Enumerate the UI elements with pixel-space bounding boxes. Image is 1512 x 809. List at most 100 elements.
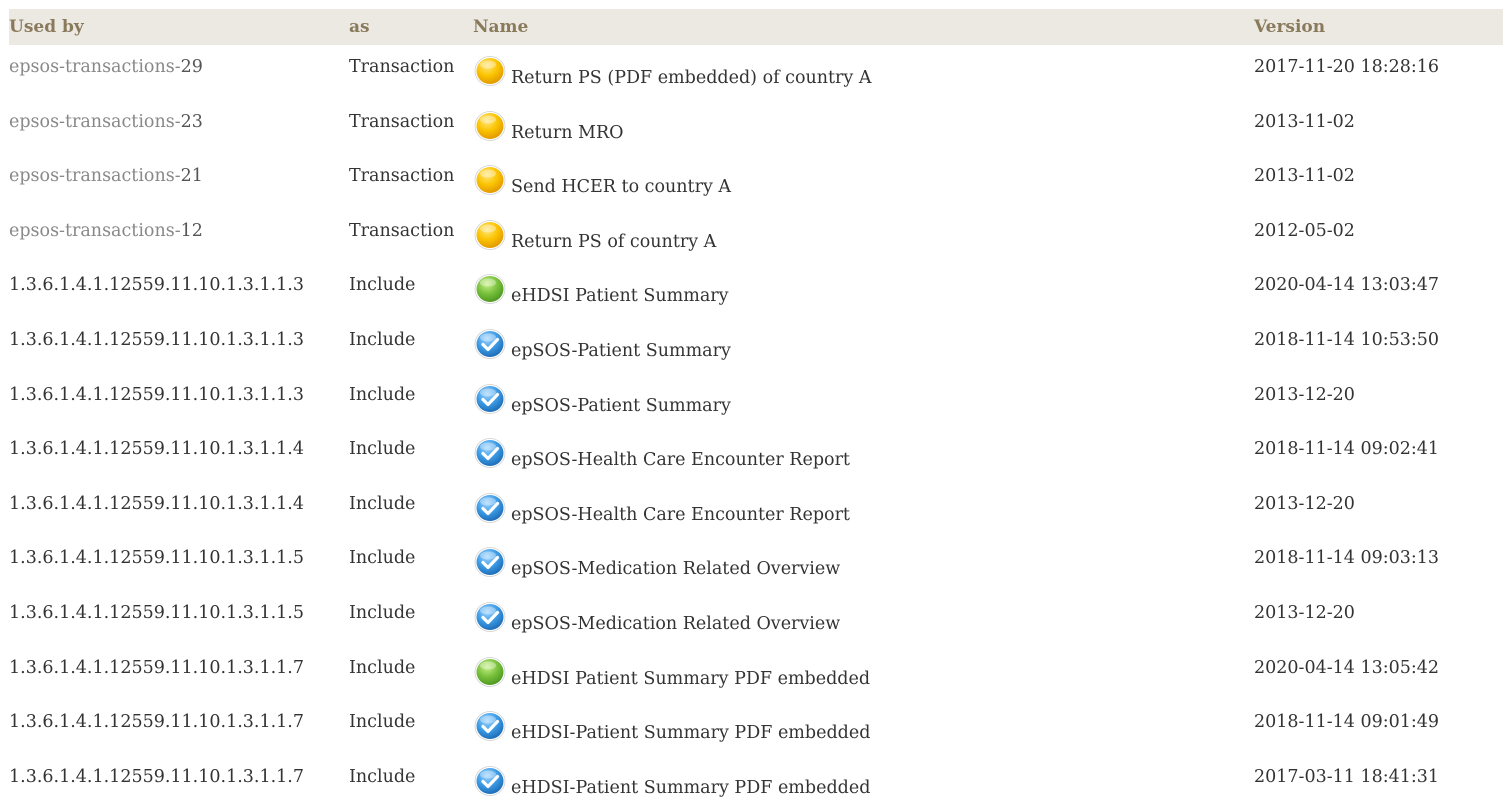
used-by-link-prefix[interactable]: epsos-transactions- bbox=[9, 166, 181, 186]
name-cell-content: epSOS-Medication Related Overview bbox=[473, 546, 1254, 579]
name-cell-content: eHDSI-Patient Summary PDF embedded bbox=[473, 765, 1254, 798]
used-by-oid[interactable]: 1.3.6.1.4.1.12559.11.10.1.3.1.1.4 bbox=[9, 439, 304, 459]
template-name[interactable]: epSOS-Patient Summary bbox=[511, 328, 731, 361]
name-cell: epSOS-Medication Related Overview bbox=[473, 536, 1254, 591]
name-cell-content: epSOS-Medication Related Overview bbox=[473, 601, 1254, 634]
name-cell-content: Send HCER to country A bbox=[473, 164, 1254, 197]
final-check-icon bbox=[473, 436, 507, 470]
used-by-link-prefix[interactable]: epsos-transactions- bbox=[9, 57, 181, 77]
version-cell: 2013-12-20 bbox=[1254, 384, 1355, 405]
used-by-oid[interactable]: 1.3.6.1.4.1.12559.11.10.1.3.1.1.5 bbox=[9, 548, 304, 568]
template-name[interactable]: eHDSI-Patient Summary PDF embedded bbox=[511, 765, 870, 798]
name-cell: epSOS-Medication Related Overview bbox=[473, 591, 1254, 646]
template-name[interactable]: epSOS-Health Care Encounter Report bbox=[511, 492, 850, 525]
used-by-link-number[interactable]: 12 bbox=[181, 221, 203, 241]
table-row: 1.3.6.1.4.1.12559.11.10.1.3.1.1.3 Include… bbox=[9, 263, 1503, 318]
name-cell: epSOS-Health Care Encounter Report bbox=[473, 427, 1254, 482]
draft-status-icon bbox=[473, 163, 507, 197]
name-cell-content: epSOS-Patient Summary bbox=[473, 383, 1254, 416]
name-cell-content: eHDSI Patient Summary bbox=[473, 273, 1254, 306]
used-by-cell[interactable]: 1.3.6.1.4.1.12559.11.10.1.3.1.1.3 bbox=[9, 373, 349, 428]
column-header-version[interactable]: Version bbox=[1254, 9, 1503, 45]
draft-status-icon bbox=[473, 54, 507, 88]
version-cell: 2013-12-20 bbox=[1254, 602, 1355, 623]
used-by-oid[interactable]: 1.3.6.1.4.1.12559.11.10.1.3.1.1.7 bbox=[9, 767, 304, 787]
template-name[interactable]: Send HCER to country A bbox=[511, 164, 731, 197]
used-by-link-prefix[interactable]: epsos-transactions- bbox=[9, 221, 181, 241]
template-name[interactable]: Return PS of country A bbox=[511, 219, 716, 252]
used-by-oid[interactable]: 1.3.6.1.4.1.12559.11.10.1.3.1.1.3 bbox=[9, 385, 304, 405]
as-cell: Transaction bbox=[349, 57, 455, 77]
used-by-oid[interactable]: 1.3.6.1.4.1.12559.11.10.1.3.1.1.3 bbox=[9, 275, 304, 295]
used-by-cell[interactable]: epsos-transactions-12 bbox=[9, 209, 349, 264]
draft-status-icon bbox=[473, 218, 507, 252]
used-by-oid[interactable]: 1.3.6.1.4.1.12559.11.10.1.3.1.1.5 bbox=[9, 603, 304, 623]
used-by-cell[interactable]: 1.3.6.1.4.1.12559.11.10.1.3.1.1.5 bbox=[9, 536, 349, 591]
version-cell: 2018-11-14 09:02:41 bbox=[1254, 439, 1440, 460]
table-row: epsos-transactions-23 Transaction Return M… bbox=[9, 100, 1503, 155]
name-cell-content: eHDSI-Patient Summary PDF embedded bbox=[473, 710, 1254, 743]
used-by-cell[interactable]: 1.3.6.1.4.1.12559.11.10.1.3.1.1.3 bbox=[9, 318, 349, 373]
as-cell: Include bbox=[349, 493, 416, 514]
name-cell-content: Return MRO bbox=[473, 110, 1254, 143]
name-cell: epSOS-Health Care Encounter Report bbox=[473, 482, 1254, 537]
used-by-cell[interactable]: 1.3.6.1.4.1.12559.11.10.1.3.1.1.4 bbox=[9, 482, 349, 537]
used-by-cell[interactable]: 1.3.6.1.4.1.12559.11.10.1.3.1.1.5 bbox=[9, 591, 349, 646]
as-cell: Transaction bbox=[349, 220, 455, 241]
version-cell: 2013-11-02 bbox=[1254, 111, 1355, 132]
table-row: 1.3.6.1.4.1.12559.11.10.1.3.1.1.5 Include… bbox=[9, 536, 1503, 591]
template-name[interactable]: epSOS-Patient Summary bbox=[511, 383, 731, 416]
version-cell: 2013-12-20 bbox=[1254, 493, 1355, 514]
final-check-icon bbox=[473, 764, 507, 798]
column-header-as[interactable]: as bbox=[349, 9, 473, 45]
name-cell: Return PS of country A bbox=[473, 209, 1254, 264]
used-by-cell[interactable]: epsos-transactions-21 bbox=[9, 154, 349, 209]
name-cell-content: eHDSI Patient Summary PDF embedded bbox=[473, 656, 1254, 689]
table-row: 1.3.6.1.4.1.12559.11.10.1.3.1.1.4 Include… bbox=[9, 427, 1503, 482]
used-by-cell[interactable]: epsos-transactions-23 bbox=[9, 100, 349, 155]
as-cell: Include bbox=[349, 439, 416, 460]
column-header-name[interactable]: Name bbox=[473, 9, 1254, 45]
name-cell: eHDSI-Patient Summary PDF embedded bbox=[473, 700, 1254, 755]
used-by-cell[interactable]: epsos-transactions-29 bbox=[9, 45, 349, 100]
version-cell: 2018-11-14 09:03:13 bbox=[1254, 548, 1440, 569]
final-check-icon bbox=[473, 709, 507, 743]
used-by-link-number[interactable]: 21 bbox=[181, 166, 203, 186]
as-cell: Transaction bbox=[349, 111, 455, 132]
usage-panel: Used by as Name Version epsos-transactio… bbox=[9, 9, 1503, 809]
name-cell-content: Return PS (PDF embedded) of country A bbox=[473, 55, 1254, 88]
version-cell: 2020-04-14 13:05:42 bbox=[1254, 657, 1440, 678]
used-by-oid[interactable]: 1.3.6.1.4.1.12559.11.10.1.3.1.1.7 bbox=[9, 658, 304, 678]
used-by-oid[interactable]: 1.3.6.1.4.1.12559.11.10.1.3.1.1.7 bbox=[9, 712, 304, 732]
used-by-cell[interactable]: 1.3.6.1.4.1.12559.11.10.1.3.1.1.7 bbox=[9, 646, 349, 701]
used-by-oid[interactable]: 1.3.6.1.4.1.12559.11.10.1.3.1.1.3 bbox=[9, 330, 304, 350]
template-name[interactable]: eHDSI Patient Summary bbox=[511, 273, 729, 306]
table-row: 1.3.6.1.4.1.12559.11.10.1.3.1.1.5 Include… bbox=[9, 591, 1503, 646]
usage-table: Used by as Name Version epsos-transactio… bbox=[9, 9, 1503, 809]
used-by-link-number[interactable]: 23 bbox=[181, 112, 203, 132]
template-name[interactable]: eHDSI Patient Summary PDF embedded bbox=[511, 656, 870, 689]
final-check-icon bbox=[473, 382, 507, 416]
used-by-oid[interactable]: 1.3.6.1.4.1.12559.11.10.1.3.1.1.4 bbox=[9, 494, 304, 514]
template-name[interactable]: epSOS-Medication Related Overview bbox=[511, 546, 840, 579]
template-name[interactable]: Return PS (PDF embedded) of country A bbox=[511, 55, 872, 88]
template-name[interactable]: epSOS-Medication Related Overview bbox=[511, 601, 840, 634]
table-row: 1.3.6.1.4.1.12559.11.10.1.3.1.1.3 Include… bbox=[9, 373, 1503, 428]
name-cell: epSOS-Patient Summary bbox=[473, 373, 1254, 428]
template-name[interactable]: eHDSI-Patient Summary PDF embedded bbox=[511, 710, 870, 743]
table-row: epsos-transactions-21 Transaction Send HCE… bbox=[9, 154, 1503, 209]
table-row: 1.3.6.1.4.1.12559.11.10.1.3.1.1.7 Include… bbox=[9, 646, 1503, 701]
used-by-link-number[interactable]: 29 bbox=[181, 57, 203, 77]
used-by-cell[interactable]: 1.3.6.1.4.1.12559.11.10.1.3.1.1.7 bbox=[9, 700, 349, 755]
draft-status-icon bbox=[473, 109, 507, 143]
template-name[interactable]: Return MRO bbox=[511, 110, 623, 143]
final-check-icon bbox=[473, 545, 507, 579]
used-by-cell[interactable]: 1.3.6.1.4.1.12559.11.10.1.3.1.1.3 bbox=[9, 263, 349, 318]
used-by-cell[interactable]: 1.3.6.1.4.1.12559.11.10.1.3.1.1.4 bbox=[9, 427, 349, 482]
used-by-link-prefix[interactable]: epsos-transactions- bbox=[9, 112, 181, 132]
name-cell-content: epSOS-Patient Summary bbox=[473, 328, 1254, 361]
name-cell: eHDSI Patient Summary bbox=[473, 263, 1254, 318]
column-header-used-by[interactable]: Used by bbox=[9, 9, 349, 45]
template-name[interactable]: epSOS-Health Care Encounter Report bbox=[511, 437, 850, 470]
table-row: 1.3.6.1.4.1.12559.11.10.1.3.1.1.3 Include… bbox=[9, 318, 1503, 373]
